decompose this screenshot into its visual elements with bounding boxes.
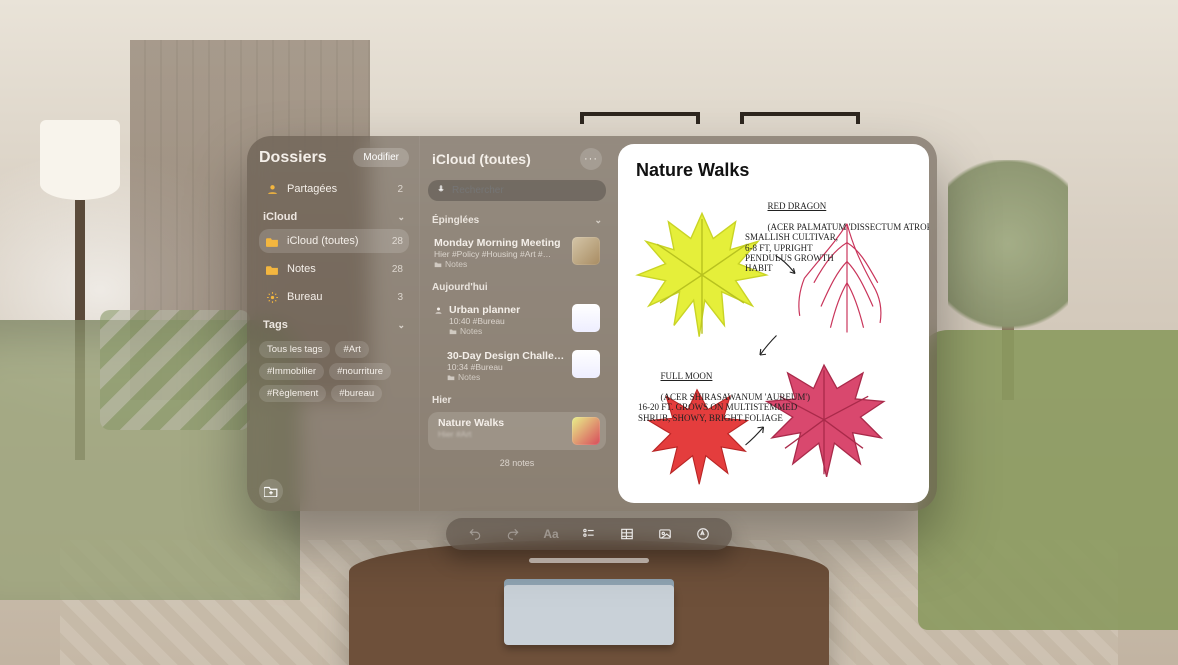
folder-notes[interactable]: Notes 28: [259, 257, 409, 281]
redo-button: [502, 525, 524, 543]
tags-section-toggle[interactable]: Tags ⌄: [259, 313, 409, 333]
folder-icon: [265, 234, 279, 248]
folder-icon: [265, 262, 279, 276]
share-button[interactable]: [825, 146, 851, 172]
note-folder: Notes: [447, 372, 566, 382]
folder-count: 28: [392, 264, 403, 275]
folder-label: iCloud (toutes): [287, 235, 359, 247]
arrow-icon: [741, 421, 771, 451]
book-stack: [504, 585, 674, 645]
table-button[interactable]: [616, 525, 638, 543]
folder-label: Notes: [287, 263, 316, 275]
note-item-nature-walks[interactable]: Nature Walks Hier #Art: [428, 412, 606, 450]
mic-icon: [436, 184, 446, 197]
folder-count: 28: [392, 236, 403, 247]
sidebar-title: Dossiers: [259, 149, 327, 167]
compose-button[interactable]: [897, 146, 923, 172]
arrow-icon: [754, 331, 784, 361]
note-meta: Hier #Art: [438, 429, 566, 439]
annotation-body: (ACER SHIRASAWANUM 'AUREUM') 16-20 FT. G…: [638, 392, 810, 423]
window-actions: ···: [825, 146, 923, 172]
note-title: Monday Morning Meeting: [434, 237, 566, 249]
group-label-text: Épinglées: [432, 215, 479, 226]
sofa-cushion: [100, 310, 250, 430]
edit-button[interactable]: Modifier: [353, 148, 409, 167]
notes-count: 28 notes: [428, 454, 606, 468]
note-thumbnail: [572, 350, 600, 378]
folder-bureau[interactable]: Bureau 3: [259, 285, 409, 309]
floor-lamp: [20, 120, 140, 280]
undo-button: [464, 525, 486, 543]
markup-button[interactable]: [692, 525, 714, 543]
group-yesterday[interactable]: Hier: [428, 391, 606, 408]
note-meta: Hier #Policy #Housing #Art #…: [434, 249, 566, 259]
notes-window: Dossiers Modifier Partagées 2 iCloud ⌄ i…: [247, 136, 937, 511]
shared-indicator-icon: [434, 306, 443, 318]
icloud-section-label: iCloud: [263, 211, 297, 223]
tag-reglement[interactable]: #Règlement: [259, 385, 326, 402]
gear-icon: [265, 290, 279, 304]
photo-button[interactable]: [654, 525, 676, 543]
wall-frame: [740, 112, 860, 124]
tags-container: Tous les tags #Art #Immobilier #nourritu…: [259, 337, 409, 406]
new-folder-button[interactable]: [259, 479, 283, 503]
more-button[interactable]: ···: [861, 146, 887, 172]
tag-bureau[interactable]: #bureau: [331, 385, 382, 402]
annotation-red-dragon: RED DRAGON (ACER PALMATUM 'DISSECTUM ATR…: [745, 191, 905, 284]
armchair: [918, 330, 1178, 630]
folder-label: Bureau: [287, 291, 322, 303]
note-item-monday-meeting[interactable]: Monday Morning Meeting Hier #Policy #Hou…: [428, 232, 606, 274]
tag-all[interactable]: Tous les tags: [259, 341, 330, 358]
checklist-button[interactable]: [578, 525, 600, 543]
group-label-text: Hier: [432, 395, 451, 406]
folders-sidebar: Dossiers Modifier Partagées 2 iCloud ⌄ i…: [247, 136, 419, 511]
editor-toolbar: Aa: [446, 518, 732, 550]
arrow-icon: [771, 251, 801, 281]
tags-section-label: Tags: [263, 319, 288, 331]
annotation-title: RED DRAGON: [768, 201, 827, 211]
chevron-down-icon: ⌄: [397, 212, 405, 223]
note-item-design-challenge[interactable]: 30-Day Design Challenge 10:34 #Bureau No…: [428, 345, 606, 387]
tag-art[interactable]: #Art: [335, 341, 368, 358]
note-title: 30-Day Design Challenge: [447, 350, 566, 362]
shared-label: Partagées: [287, 183, 337, 195]
annotation-title: FULL MOON: [661, 371, 713, 381]
note-title: Nature Walks: [438, 417, 566, 429]
format-button[interactable]: Aa: [540, 525, 562, 543]
note-folder: Notes: [449, 326, 566, 336]
window-grab-handle[interactable]: [529, 558, 649, 563]
annotation-full-moon: FULL MOON (ACER SHIRASAWANUM 'AUREUM') 1…: [638, 361, 818, 433]
wall-frame: [580, 112, 700, 124]
group-pinned[interactable]: Épinglées ⌄: [428, 211, 606, 228]
search-field[interactable]: [428, 180, 606, 201]
tag-immobilier[interactable]: #Immobilier: [259, 363, 324, 380]
note-editor[interactable]: Nature Walks: [618, 144, 929, 503]
note-folder: Notes: [434, 259, 566, 269]
shared-folder-row[interactable]: Partagées 2: [259, 177, 409, 201]
notes-list-column: iCloud (toutes) ··· Épinglées ⌄ Monday M…: [419, 136, 614, 511]
note-meta: 10:40 #Bureau: [449, 316, 566, 326]
icloud-section-toggle[interactable]: iCloud ⌄: [259, 205, 409, 225]
note-item-urban-planner[interactable]: Urban planner 10:40 #Bureau Notes: [428, 299, 606, 341]
note-title: Urban planner: [449, 304, 566, 316]
chevron-down-icon: ⌄: [397, 320, 405, 331]
group-today[interactable]: Aujourd'hui: [428, 278, 606, 295]
chevron-down-icon: ⌄: [594, 215, 602, 226]
shared-icon: [265, 182, 279, 196]
note-meta: 10:34 #Bureau: [447, 362, 566, 372]
list-more-button[interactable]: ···: [580, 148, 602, 170]
tag-nourriture[interactable]: #nourriture: [329, 363, 391, 380]
folder-count: 3: [397, 292, 403, 303]
group-label-text: Aujourd'hui: [432, 282, 488, 293]
shared-count: 2: [397, 184, 403, 195]
folder-icloud-all[interactable]: iCloud (toutes) 28: [259, 229, 409, 253]
list-title: iCloud (toutes): [432, 151, 531, 167]
note-thumbnail: [572, 304, 600, 332]
note-thumbnail: [572, 237, 600, 265]
note-sketch-area[interactable]: RED DRAGON (ACER PALMATUM 'DISSECTUM ATR…: [636, 191, 911, 481]
note-thumbnail: [572, 417, 600, 445]
search-input[interactable]: [452, 185, 598, 196]
